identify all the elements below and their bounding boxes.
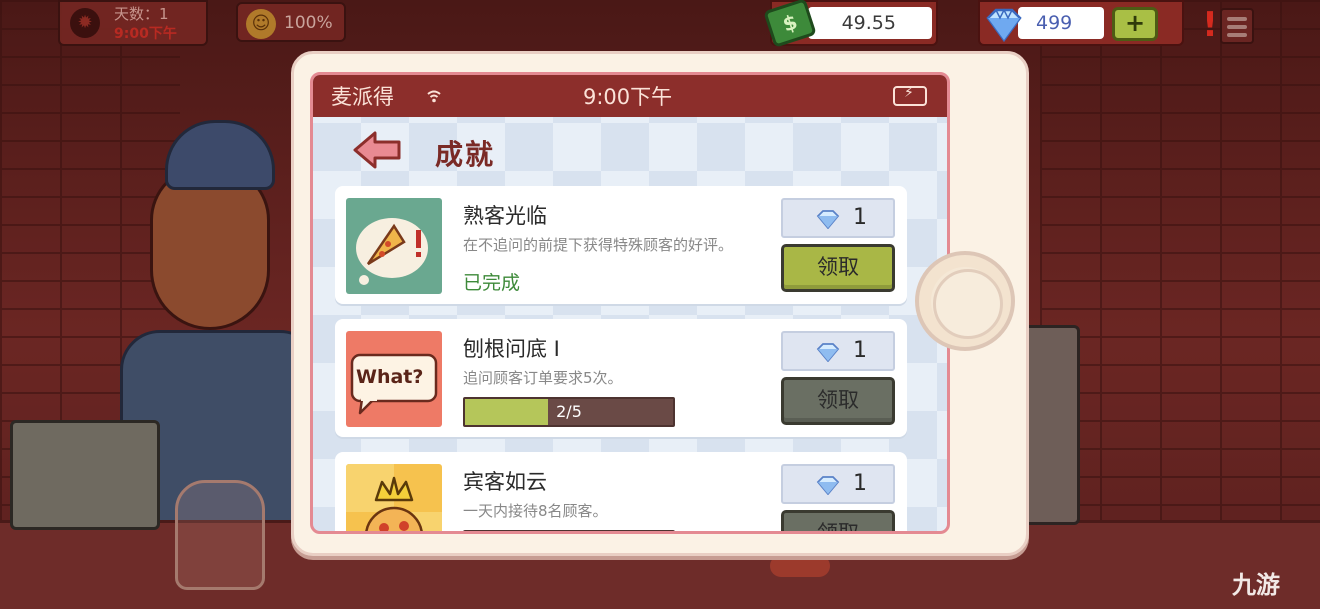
- carrier-name: 麦派得: [331, 85, 394, 109]
- reward-amount: 1: [853, 471, 867, 496]
- diamond-icon: [816, 476, 840, 495]
- reward-amount: 1: [853, 205, 867, 230]
- gem-value: 499: [1018, 7, 1104, 39]
- gem-panel[interactable]: 499 +: [978, 0, 1184, 46]
- achievement-description: 在不追问的前提下获得特殊顾客的好评。: [463, 236, 734, 254]
- shopkeeper-cap: [165, 120, 275, 190]
- progress-fill: [465, 532, 544, 534]
- diamond-icon: [816, 210, 840, 229]
- progress-label: 2/5: [556, 402, 582, 421]
- day-panel[interactable]: ✹ 天数：1 9:00下午: [58, 0, 208, 46]
- phone-clock: 9:00下午: [583, 85, 673, 109]
- crowned-pizza-icon: [346, 464, 442, 531]
- diamond-icon: [986, 8, 1022, 43]
- mood-percent: 100%: [284, 13, 333, 33]
- mood-panel[interactable]: ☺ 100%: [236, 2, 346, 42]
- virus-icon: ✹: [70, 8, 100, 38]
- money-value: 49.55: [808, 7, 932, 39]
- achievement-description: 一天内接待8名顾客。: [463, 502, 608, 520]
- counter-bell: [770, 555, 830, 577]
- achievement-title: 刨根问底 Ⅰ: [463, 337, 560, 361]
- day-time: 9:00下午: [114, 26, 177, 42]
- achievement-description: 追问顾客订单要求5次。: [463, 369, 623, 387]
- reward-badge: 1: [781, 464, 895, 504]
- claim-button[interactable]: 领取: [781, 377, 895, 425]
- phone-status-bar: 麦派得 9:00下午 ⚡: [313, 75, 947, 117]
- back-arrow-button[interactable]: [353, 130, 403, 170]
- diamond-icon: [816, 343, 840, 362]
- menu-icon[interactable]: [1220, 8, 1254, 44]
- money-panel[interactable]: 49.55 $: [763, 0, 938, 48]
- smiley-icon: ☺: [246, 9, 276, 39]
- achievement-card: What? 刨根问底 Ⅰ 追问顾客订单要求5次。 2/5 1 领取: [335, 319, 907, 437]
- page-title: 成就: [435, 138, 496, 171]
- phone-device: 麦派得 9:00下午 ⚡ 成就 熟客光临 在不追问的前提下获得特殊顾客的好评。 …: [291, 51, 1029, 556]
- achievement-status: 已完成: [463, 272, 521, 294]
- brick-wall-right: [1040, 0, 1320, 609]
- achievement-title: 熟客光临: [463, 204, 547, 228]
- alert-icon[interactable]: !: [1202, 5, 1218, 45]
- tip-jar: [175, 480, 265, 590]
- pizza-thought-icon: [346, 198, 442, 294]
- claim-button[interactable]: 领取: [781, 244, 895, 292]
- cash-register: [10, 420, 160, 530]
- progress-bar: [463, 530, 675, 534]
- add-gems-button[interactable]: +: [1112, 7, 1158, 41]
- achievement-title: 宾客如云: [463, 470, 547, 494]
- phone-screen: 麦派得 9:00下午 ⚡ 成就 熟客光临 在不追问的前提下获得特殊顾客的好评。 …: [310, 72, 950, 534]
- watermark-logo: 九游: [1232, 571, 1280, 599]
- reward-badge: 1: [781, 198, 895, 238]
- achievement-card: 熟客光临 在不追问的前提下获得特殊顾客的好评。 已完成 1 领取: [335, 186, 907, 304]
- battery-charging-icon: ⚡: [893, 85, 927, 106]
- day-label: 天数：1: [114, 5, 169, 23]
- progress-bar: 2/5: [463, 397, 675, 427]
- achievement-card: 宾客如云 一天内接待8名顾客。 1 领取: [335, 452, 907, 534]
- what-speech-bubble-icon: What?: [346, 331, 442, 427]
- claim-button[interactable]: 领取: [781, 510, 895, 531]
- reward-amount: 1: [853, 338, 867, 363]
- phone-home-button[interactable]: [915, 251, 1015, 351]
- wifi-icon: [427, 90, 441, 103]
- reward-badge: 1: [781, 331, 895, 371]
- thumb-text: What?: [356, 366, 424, 388]
